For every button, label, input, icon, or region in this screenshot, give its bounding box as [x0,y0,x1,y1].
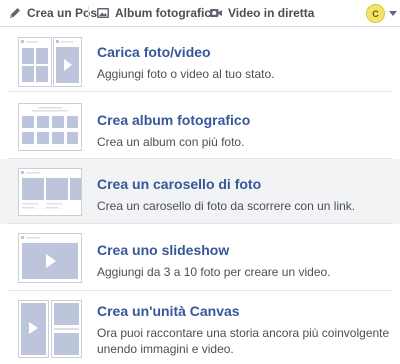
tab-label: Crea un Post [27,6,102,20]
option-description: Crea un album con più foto. [97,135,245,149]
video-camera-icon [209,6,223,20]
option-title: Crea album fotografico [97,112,251,128]
upload-photo-video-thumbnail [18,37,82,87]
chevron-down-icon [389,11,397,16]
option-title: Crea un carosello di foto [97,176,262,192]
profile-selector[interactable]: C [366,4,397,23]
tab-divider [201,6,202,20]
option-title: Carica foto/video [97,44,211,60]
option-description: Ora puoi raccontare una storia ancora pi… [97,326,390,356]
slideshow-thumbnail [18,233,82,283]
option-create-canvas[interactable]: Crea un'unità Canvas Ora puoi raccontare… [0,291,400,364]
option-title: Crea un'unità Canvas [97,303,240,319]
tab-photo-album[interactable]: Album fotografico [96,0,218,26]
carousel-thumbnail [18,168,82,216]
canvas-thumbnail [18,300,82,358]
composer-tab-bar: Crea un Post Album fotografico Video in … [0,0,400,27]
tab-label: Album fotografico [115,6,219,20]
photo-album-icon [96,6,110,20]
option-title: Crea uno slideshow [97,242,230,258]
option-description: Aggiungi da 3 a 10 foto per creare un vi… [97,265,331,279]
pencil-icon [8,6,22,20]
option-upload-photo-video[interactable]: Carica foto/video Aggiungi foto o video … [0,27,400,92]
option-create-photo-album[interactable]: Crea album fotografico Crea un album con… [0,92,400,159]
option-create-slideshow[interactable]: Crea uno slideshow Aggiungi da 3 a 10 fo… [0,224,400,291]
option-description: Crea un carosello di foto da scorrere co… [97,199,356,213]
tab-label: Video in diretta [228,6,315,20]
avatar: C [366,4,385,23]
option-description: Aggiungi foto o video al tuo stato. [97,67,275,81]
tab-live-video[interactable]: Video in diretta [209,0,314,26]
tab-divider [88,6,89,20]
option-create-carousel[interactable]: Crea un carosello di foto Crea un carose… [0,159,400,224]
photo-album-thumbnail [18,103,82,151]
